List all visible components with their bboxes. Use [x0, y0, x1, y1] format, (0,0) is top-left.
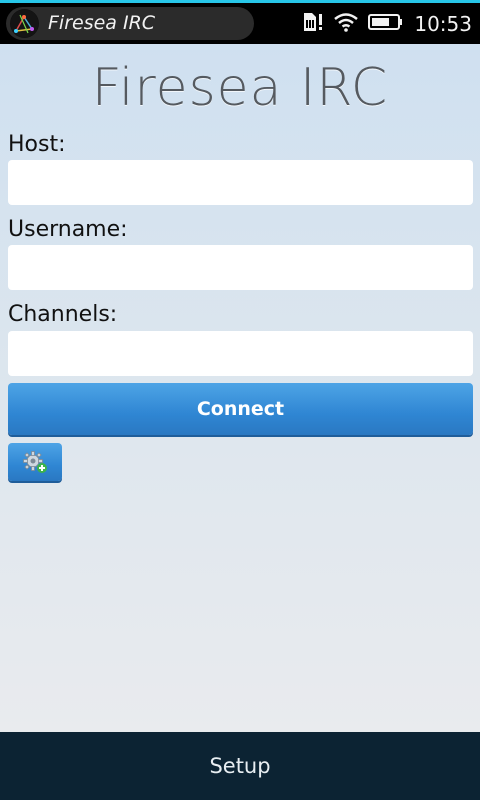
battery-icon — [368, 13, 404, 35]
status-bar: Firesea IRC 10:53 — [0, 0, 480, 44]
sim-alert-icon — [302, 11, 324, 37]
app-logo-icon — [10, 9, 39, 38]
main-content: Firesea IRC Host: Username: Channels: Co… — [0, 44, 480, 732]
setup-button[interactable]: Setup — [0, 732, 480, 800]
connect-button[interactable]: Connect — [8, 383, 473, 435]
app-indicator[interactable]: Firesea IRC — [6, 7, 254, 40]
username-label: Username: — [8, 217, 128, 242]
screen: Firesea IRC 10:53 Firesea IRC Host: User… — [0, 0, 480, 800]
status-time: 10:53 — [414, 11, 472, 36]
bottom-bar: Setup — [0, 732, 480, 800]
gear-add-icon — [22, 450, 48, 478]
status-icons: 10:53 — [302, 7, 472, 40]
wifi-icon — [334, 12, 359, 36]
host-input[interactable] — [8, 160, 473, 205]
channels-input[interactable] — [8, 331, 473, 376]
username-input[interactable] — [8, 245, 473, 290]
page-title: Firesea IRC — [91, 58, 389, 118]
host-label: Host: — [8, 132, 66, 157]
app-indicator-title: Firesea IRC — [48, 12, 156, 34]
channels-label: Channels: — [8, 302, 118, 327]
settings-button[interactable] — [8, 443, 62, 481]
